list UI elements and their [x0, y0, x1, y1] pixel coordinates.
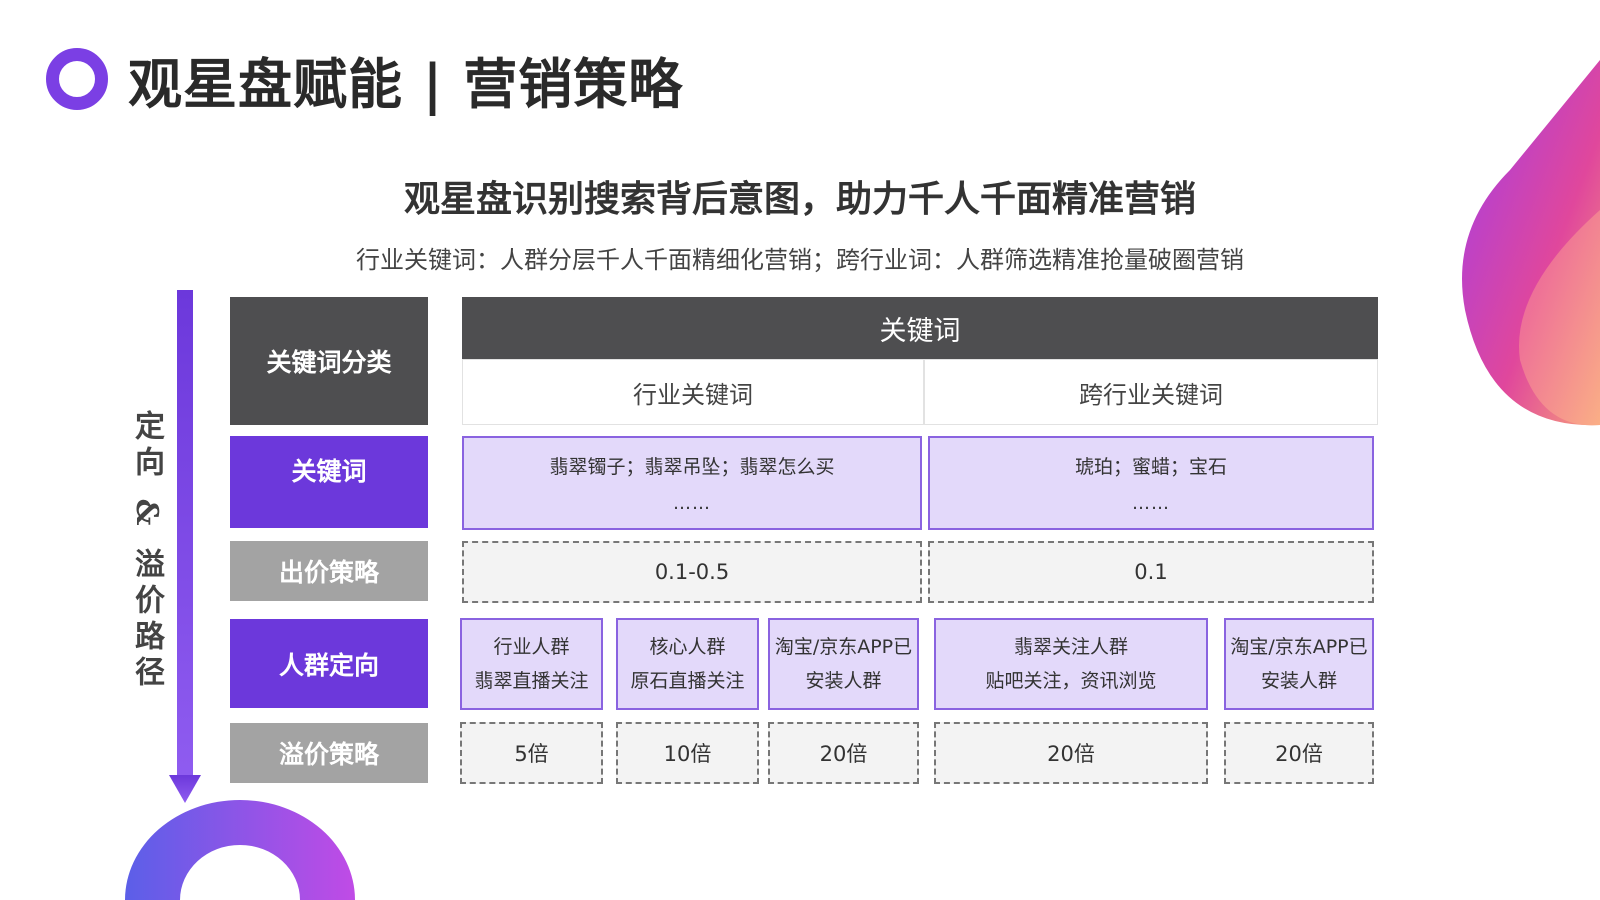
- page-description: 行业关键词：人群分层千人千面精细化营销；跨行业词：人群筛选精准抢量破圈营销: [356, 246, 1244, 274]
- keywords-cell-cross-industry: 琥珀；蜜蜡；宝石 ……: [928, 436, 1374, 530]
- audience-line: 安装人群: [805, 670, 882, 692]
- row-label-category: 关键词分类: [230, 297, 428, 425]
- audience-cell: 翡翠关注人群 贴吧关注，资讯浏览: [934, 618, 1208, 710]
- logo-ring-icon: [46, 48, 108, 110]
- premium-cell: 10倍: [616, 722, 759, 784]
- row-label-premium-strategy: 溢价策略: [230, 723, 428, 783]
- audience-line: 翡翠直播关注: [474, 670, 589, 692]
- page-title: 观星盘赋能 | 营销策略: [128, 52, 684, 116]
- column-header-industry: 行业关键词: [462, 359, 924, 425]
- audience-line: 安装人群: [1260, 670, 1337, 692]
- decorative-arc-shape: [120, 800, 360, 900]
- path-side-label: 定向 & 溢价路径: [129, 410, 164, 692]
- audience-line: 翡翠关注人群: [1013, 636, 1128, 658]
- row-label-audience: 人群定向: [230, 619, 428, 708]
- keywords-more: ……: [1132, 493, 1170, 514]
- audience-cell: 淘宝/京东APP已 安装人群: [768, 618, 919, 710]
- audience-cell: 行业人群 翡翠直播关注: [460, 618, 603, 710]
- audience-line: 核心人群: [649, 636, 726, 658]
- keywords-cell-industry: 翡翠镯子；翡翠吊坠；翡翠怎么买 ……: [462, 436, 922, 530]
- bid-cell-cross-industry: 0.1: [928, 541, 1374, 603]
- keywords-more: ……: [673, 493, 711, 514]
- premium-cell: 20倍: [768, 722, 919, 784]
- keywords-text: 琥珀；蜜蜡；宝石: [1074, 456, 1227, 478]
- row-label-keywords: 关键词: [230, 436, 428, 528]
- audience-line: 行业人群: [493, 636, 570, 658]
- audience-cell: 淘宝/京东APP已 安装人群: [1224, 618, 1374, 710]
- column-header-cross-industry: 跨行业关键词: [924, 359, 1378, 425]
- decorative-gradient-shape: [1450, 60, 1600, 430]
- audience-line: 原石直播关注: [630, 670, 745, 692]
- audience-line: 贴吧关注，资讯浏览: [985, 670, 1157, 692]
- bid-cell-industry: 0.1-0.5: [462, 541, 922, 603]
- keywords-text: 翡翠镯子；翡翠吊坠；翡翠怎么买: [549, 456, 835, 478]
- row-label-bid-strategy: 出价策略: [230, 541, 428, 601]
- premium-cell: 20倍: [934, 722, 1208, 784]
- table-header: 关键词: [462, 297, 1378, 359]
- down-arrow-icon: [169, 290, 201, 803]
- audience-line: 淘宝/京东APP已: [774, 636, 913, 658]
- page-subtitle: 观星盘识别搜索背后意图，助力千人千面精准营销: [403, 178, 1196, 220]
- premium-cell: 20倍: [1224, 722, 1374, 784]
- audience-line: 淘宝/京东APP已: [1230, 636, 1368, 658]
- premium-cell: 5倍: [460, 722, 603, 784]
- audience-cell: 核心人群 原石直播关注: [616, 618, 759, 710]
